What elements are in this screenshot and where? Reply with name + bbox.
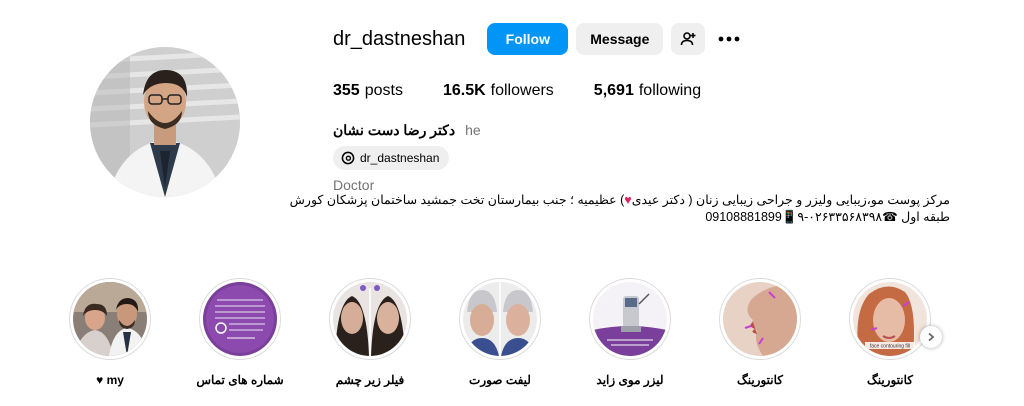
highlight-item[interactable]: my ♥ xyxy=(60,278,160,387)
highlight-label: لیفت صورت xyxy=(469,373,531,387)
highlight-thumbnail xyxy=(73,282,147,356)
threads-icon xyxy=(341,151,355,165)
following-label: following xyxy=(638,82,702,99)
highlight-label: my ♥ xyxy=(96,373,124,387)
chevron-right-icon xyxy=(928,332,935,342)
laser-device-icon xyxy=(593,282,667,356)
heart-icon: ♥ xyxy=(624,193,632,207)
highlight-thumbnail xyxy=(723,282,797,356)
highlight-label: لیزر موی زاید xyxy=(596,373,664,387)
add-user-icon xyxy=(681,32,696,46)
threads-handle: dr_dastneshan xyxy=(360,151,440,165)
highlight-thumbnail: face contouring fill xyxy=(853,282,927,356)
follow-button[interactable]: Follow xyxy=(487,23,569,55)
followers-count: 16.5K xyxy=(442,82,486,99)
pronoun: he xyxy=(465,122,481,138)
bio-line-1-part-2: ) عظیمیه ؛ جنب بیمارستان تخت جمشید ساختم… xyxy=(289,193,625,207)
profile-header: dr_dastneshan Follow Message xyxy=(333,23,745,55)
doctor-portrait-image xyxy=(90,47,240,197)
highlight-ring: face contouring fill xyxy=(849,278,931,360)
username: dr_dastneshan xyxy=(333,27,466,50)
highlight-thumbnail xyxy=(333,282,407,356)
profile-bio: مرکز پوست مو،زیبایی ولیزر و جراحی زیبایی… xyxy=(290,192,950,226)
highlight-item[interactable]: لیزر موی زاید xyxy=(580,278,680,387)
highlight-item[interactable]: لیفت صورت xyxy=(450,278,550,387)
highlight-item[interactable]: کانتورینگ xyxy=(710,278,810,387)
followers-stat[interactable]: 16.5K followers xyxy=(443,82,554,100)
suggest-users-button[interactable] xyxy=(671,23,706,55)
highlight-label: کانتورینگ xyxy=(866,373,914,387)
highlight-label: فیلر زیر چشم xyxy=(335,373,405,387)
highlight-thumbnail xyxy=(463,282,537,356)
bio-line-1: مرکز پوست مو،زیبایی ولیزر و جراحی زیبایی… xyxy=(290,192,950,209)
before-after-eyes-icon xyxy=(333,282,407,356)
full-name: دکتر رضا دست نشان xyxy=(333,121,456,138)
before-after-face-icon xyxy=(463,282,537,356)
category-label: Doctor xyxy=(333,177,375,193)
highlight-ring xyxy=(459,278,541,360)
highlight-label: کانتورینگ xyxy=(736,373,784,387)
more-options-button[interactable] xyxy=(713,23,745,55)
highlight-ring xyxy=(589,278,671,360)
contour-caption: face contouring fill xyxy=(870,344,910,350)
highlight-item[interactable]: فیلر زیر چشم xyxy=(320,278,420,387)
posts-count: 355 xyxy=(333,82,360,99)
following-stat[interactable]: 5,691 following xyxy=(594,82,701,100)
bio-line-2: طبقه اول ☎۰۲۶۳۳۵۶۸۳۹۸-۹📱09108881899 xyxy=(705,210,950,224)
profile-stats: 355 posts 16.5K followers 5,691 followin… xyxy=(333,82,701,100)
highlight-ring xyxy=(199,278,281,360)
followers-label: followers xyxy=(490,82,554,99)
posts-stat: 355 posts xyxy=(333,82,403,100)
threads-badge[interactable]: dr_dastneshan xyxy=(333,146,450,170)
couple-photo-icon xyxy=(73,282,147,356)
bio-line-1-part-1: مرکز پوست مو،زیبایی ولیزر و جراحی زیبایی… xyxy=(631,193,950,207)
message-button[interactable]: Message xyxy=(576,23,664,55)
contact-card-icon xyxy=(203,282,277,356)
lips-profile-icon xyxy=(723,282,797,356)
highlight-thumbnail xyxy=(203,282,277,356)
profile-avatar[interactable] xyxy=(90,47,240,197)
highlight-ring xyxy=(719,278,801,360)
following-count: 5,691 xyxy=(593,82,634,99)
face-contouring-icon: face contouring fill xyxy=(853,282,927,356)
highlight-ring xyxy=(329,278,411,360)
posts-label: posts xyxy=(364,82,403,99)
highlight-thumbnail xyxy=(593,282,667,356)
highlight-label: شماره های تماس xyxy=(196,373,284,387)
highlight-item[interactable]: شماره های تماس xyxy=(190,278,290,387)
highlight-ring xyxy=(69,278,151,360)
more-dots-icon xyxy=(718,36,740,42)
story-highlights: my ♥ شماره های تماس فیلر زیر چشم لیفت صو… xyxy=(60,278,960,398)
highlights-next-button[interactable] xyxy=(920,326,942,348)
name-row: دکتر رضا دست نشان he xyxy=(333,120,513,140)
